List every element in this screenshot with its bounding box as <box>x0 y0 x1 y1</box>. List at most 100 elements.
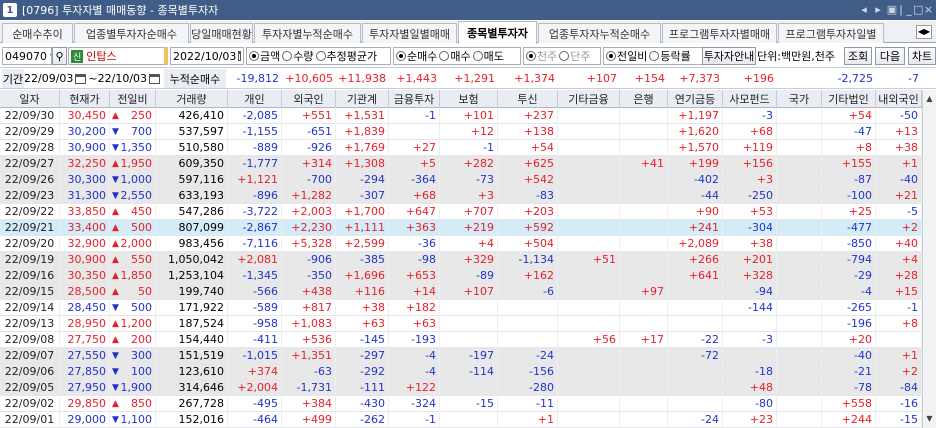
investor-value-cell <box>723 348 777 364</box>
table-row[interactable]: 22/09/22 33,850 ▲ 450 547,286 -3,722 +2,003 +1,… <box>0 204 922 220</box>
tab-sector-investor-net-buy[interactable]: 업종별투자자순매수 <box>74 23 189 43</box>
calendar-icon[interactable] <box>238 51 241 61</box>
data-grid[interactable]: 22/09/30 30,450 ▲ 250 426,410 -2,085 +551 +1,53… <box>0 108 922 428</box>
change-value: 1,900 <box>120 381 153 394</box>
column-header[interactable]: 은행 <box>620 90 668 108</box>
column-header[interactable]: 금융투자 <box>389 90 440 108</box>
stock-name-field[interactable]: 신 인탑스 <box>68 47 168 65</box>
prev-window-icon[interactable]: ◂ <box>858 3 870 17</box>
up-arrow-icon: ▲ <box>112 111 119 121</box>
tab-stock-investor[interactable]: 종목별투자자 <box>458 21 537 44</box>
column-header[interactable]: 기관계 <box>336 90 389 108</box>
investor-value-cell: +8 <box>876 316 922 332</box>
restore-icon[interactable]: ▣ <box>886 3 898 17</box>
from-calendar-icon[interactable] <box>75 73 87 84</box>
scroll-down-icon[interactable]: ▼ <box>923 412 936 426</box>
column-header[interactable]: 외국인 <box>282 90 336 108</box>
radio-amount[interactable]: 금액 <box>249 48 280 64</box>
tab-scroll-icon[interactable]: ◀▶ <box>916 25 932 39</box>
investor-value-cell: +2,004 <box>228 380 282 396</box>
period-label: 기간 <box>2 69 24 88</box>
tab-sector-investor-cumulative[interactable]: 업종투자자누적순매수 <box>538 23 661 43</box>
column-header[interactable]: 기타법인 <box>822 90 876 108</box>
table-row[interactable]: 22/09/23 31,300 ▼ 2,550 633,193 -896 +1,282 -30… <box>0 188 922 204</box>
table-row[interactable]: 22/09/06 27,850 ▼ 100 123,610 +374 -63 -292 -4 -1… <box>0 364 922 380</box>
column-header[interactable]: 거래량 <box>156 90 228 108</box>
investor-value-cell: -87 <box>822 172 876 188</box>
table-row[interactable]: 22/09/14 28,450 ▼ 500 171,922 -589 +817 +38 +182… <box>0 300 922 316</box>
table-row[interactable]: 22/09/15 28,500 ▲ 50 199,740 -566 +438 +116 +14 +… <box>0 284 922 300</box>
radio-buy[interactable]: 매수 <box>439 48 471 64</box>
search-icon[interactable]: ⚲ <box>52 47 67 65</box>
investor-value-cell: -94 <box>723 284 777 300</box>
radio-change-rate[interactable]: 등락률 <box>649 48 691 64</box>
column-header[interactable]: 연기금등 <box>668 90 723 108</box>
chart-button[interactable]: 차트 <box>908 47 936 65</box>
column-header[interactable]: 개인 <box>228 90 282 108</box>
table-row[interactable]: 22/09/05 27,950 ▼ 1,900 314,646 +2,004 -1,731-… <box>0 380 922 396</box>
radio-quantity[interactable]: 수량 <box>282 48 314 64</box>
date-cell: 22/09/01 <box>0 412 60 428</box>
radio-net-buy[interactable]: 순매수 <box>396 48 437 64</box>
close-icon[interactable]: × <box>923 3 934 17</box>
investor-value-cell: -324 <box>389 396 440 412</box>
radio-estimated-avg-price[interactable]: 추정평균가 <box>315 48 377 64</box>
tab-net-buy-trend[interactable]: 순매수추이 <box>2 23 73 43</box>
column-header[interactable]: 보험 <box>440 90 498 108</box>
column-header[interactable]: 일자 <box>0 90 60 108</box>
investor-value-cell: -4 <box>389 364 440 380</box>
search-button[interactable]: 조회 <box>844 47 872 65</box>
date-input[interactable]: 2022/10/03 <box>170 47 244 65</box>
investor-value-cell <box>558 204 620 220</box>
tab-program-investor-daily[interactable]: 프로그램투자자일별 <box>778 23 884 43</box>
table-row[interactable]: 22/09/21 33,400 ▲ 500 807,099 -2,867 +2,230 +1,… <box>0 220 922 236</box>
stock-code-input[interactable]: 049070▼ <box>2 47 52 65</box>
table-row[interactable]: 22/09/27 32,250 ▲ 1,950 609,350 -1,777 +314 +1,… <box>0 156 922 172</box>
column-header[interactable]: 사모펀드 <box>723 90 777 108</box>
table-row[interactable]: 22/09/26 30,300 ▼ 1,000 597,116 +1,121 -700 -29… <box>0 172 922 188</box>
table-row[interactable]: 22/09/30 30,450 ▲ 250 426,410 -2,085 +551 +1,53… <box>0 108 922 124</box>
table-row[interactable]: 22/09/28 30,900 ▼ 1,350 510,580 -889 -926 +1,76… <box>0 140 922 156</box>
column-header[interactable]: 투신 <box>498 90 558 108</box>
table-row[interactable]: 22/09/16 30,350 ▲ 1,850 1,253,104 -1,345 -350 +… <box>0 268 922 284</box>
investor-value-cell: -1 <box>389 412 440 428</box>
investor-guide-button[interactable]: 투자자안내 <box>702 47 756 65</box>
next-window-icon[interactable]: ▸ <box>872 3 884 17</box>
investor-value-cell: +107 <box>440 284 498 300</box>
investor-value-cell: -72 <box>668 348 723 364</box>
radio-prev-day-change[interactable]: 전일비 <box>606 48 647 64</box>
table-row[interactable]: 22/09/02 29,850 ▲ 850 267,728 -495 +384 -430 -32… <box>0 396 922 412</box>
period-to[interactable]: 22/10/03 <box>98 72 147 85</box>
table-row[interactable]: 22/09/08 27,750 ▲ 200 154,440 -411 +536 -145 -19… <box>0 332 922 348</box>
vertical-scrollbar[interactable]: ▲ ▼ <box>922 90 936 428</box>
tab-daily-trading-status[interactable]: 당일매매현황 <box>190 23 253 43</box>
table-row[interactable]: 22/09/29 30,200 ▼ 700 537,597 -1,155 -651 +1,83… <box>0 124 922 140</box>
to-calendar-icon[interactable] <box>149 73 161 84</box>
scroll-up-icon[interactable]: ▲ <box>923 92 936 106</box>
tab-program-investor-trading[interactable]: 프로그램투자자별매매 <box>662 23 777 43</box>
radio-sell[interactable]: 매도 <box>472 48 504 64</box>
radio-single-shares[interactable]: 단주 <box>559 48 591 64</box>
down-arrow-icon: ▼ <box>112 143 119 153</box>
investor-value-cell <box>558 140 620 156</box>
table-row[interactable]: 22/09/01 29,000 ▼ 1,100 152,016 -464 +499 -262-… <box>0 412 922 428</box>
cumulative-net-buy-label: 누적순매수 <box>164 69 226 88</box>
column-header[interactable]: 기타금융 <box>558 90 620 108</box>
table-row[interactable]: 22/09/13 28,950 ▲ 1,200 187,524 -958 +1,083 +63… <box>0 316 922 332</box>
table-row[interactable]: 22/09/20 32,900 ▲ 2,000 983,456 -7,116 +5,328 +… <box>0 236 922 252</box>
column-header[interactable]: 현재가 <box>60 90 110 108</box>
next-button[interactable]: 다음 <box>875 47 905 65</box>
table-row[interactable]: 22/09/19 30,900 ▲ 550 1,050,042 +2,081 -906 -38… <box>0 252 922 268</box>
radio-thousand-shares[interactable]: 천주 <box>526 48 557 64</box>
period-from[interactable]: 22/09/03 <box>24 72 73 85</box>
investor-value-cell: +374 <box>228 364 282 380</box>
column-header[interactable]: 전일비 <box>110 90 156 108</box>
column-header[interactable]: 국가 <box>777 90 822 108</box>
change-value: 2,000 <box>120 237 153 250</box>
tab-investor-cumulative-net-buy[interactable]: 투자자별누적순매수 <box>254 23 361 43</box>
column-header[interactable]: 내외국인 <box>876 90 922 108</box>
tab-investor-daily-trading[interactable]: 투자자별일별매매 <box>362 23 457 43</box>
table-row[interactable]: 22/09/07 27,550 ▼ 300 151,519 -1,015 +1,351 -29… <box>0 348 922 364</box>
investor-value-cell: -5 <box>876 204 922 220</box>
maximize-icon[interactable]: □ <box>913 3 923 17</box>
